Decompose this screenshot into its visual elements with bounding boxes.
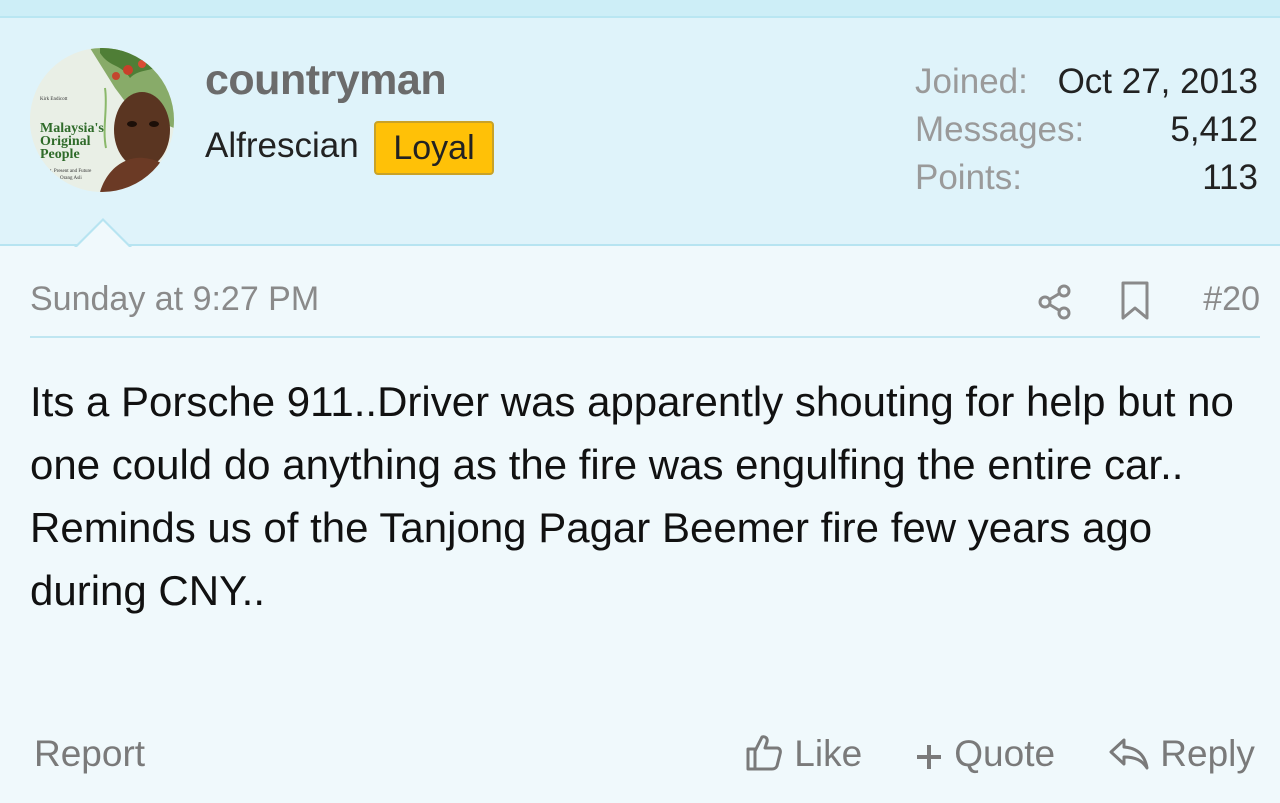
top-strip [0, 0, 1280, 18]
avatar-small-text3: Orang Asli [60, 176, 82, 181]
share-icon[interactable] [1035, 282, 1075, 322]
message-paragraph: Reminds us of the Tanjong Pagar Beemer f… [30, 504, 1153, 614]
stat-label: Messages: [915, 110, 1085, 149]
reply-button[interactable]: Reply [1108, 728, 1255, 780]
avatar-title-line3: People [40, 147, 80, 162]
stat-label: Joined: [915, 62, 1028, 101]
avatar[interactable]: Malaysia's Original People Kirk Endicott… [30, 48, 174, 192]
avatar-small-text2: t, Present and Future [50, 169, 92, 174]
header-pointer-fill [76, 221, 130, 248]
quote-label: Quote [954, 733, 1056, 774]
message-paragraph: Its a Porsche 911..Driver was apparently… [30, 378, 1234, 488]
user-stats: Joined: Oct 27, 2013 Messages: 5,412 Poi… [915, 58, 1258, 202]
like-label: Like [794, 733, 863, 774]
stat-value[interactable]: 5,412 [1170, 106, 1258, 154]
post-message: Its a Porsche 911..Driver was apparently… [30, 370, 1260, 622]
avatar-image: Malaysia's Original People Kirk Endicott… [30, 48, 174, 192]
thumbs-up-icon [746, 735, 782, 771]
stat-value[interactable]: 113 [1202, 154, 1258, 202]
quote-button[interactable]: Quote [914, 728, 1055, 780]
stat-label: Points: [915, 158, 1022, 197]
plus-icon [917, 745, 941, 769]
user-title: Alfrescian [205, 126, 359, 165]
report-button[interactable]: Report [34, 728, 145, 780]
bookmark-icon[interactable] [1117, 280, 1153, 322]
stat-joined: Joined: Oct 27, 2013 [915, 58, 1258, 106]
post-number-link[interactable]: #20 [1203, 280, 1260, 319]
stat-points: Points: 113 [915, 154, 1258, 202]
post-meta-bar: Sunday at 9:27 PM #20 [30, 280, 1260, 338]
post-date[interactable]: Sunday at 9:27 PM [30, 280, 319, 319]
reply-arrow-icon [1109, 738, 1149, 770]
stat-messages: Messages: 5,412 [915, 106, 1258, 154]
avatar-small-text1: Kirk Endicott [40, 97, 68, 102]
reply-label: Reply [1160, 733, 1255, 774]
like-button[interactable]: Like [744, 728, 862, 780]
username[interactable]: countryman [205, 56, 447, 105]
stat-value: Oct 27, 2013 [1057, 62, 1258, 101]
post-actions: Report Like Quote Reply [34, 728, 1256, 784]
user-badge: Loyal [374, 121, 494, 175]
